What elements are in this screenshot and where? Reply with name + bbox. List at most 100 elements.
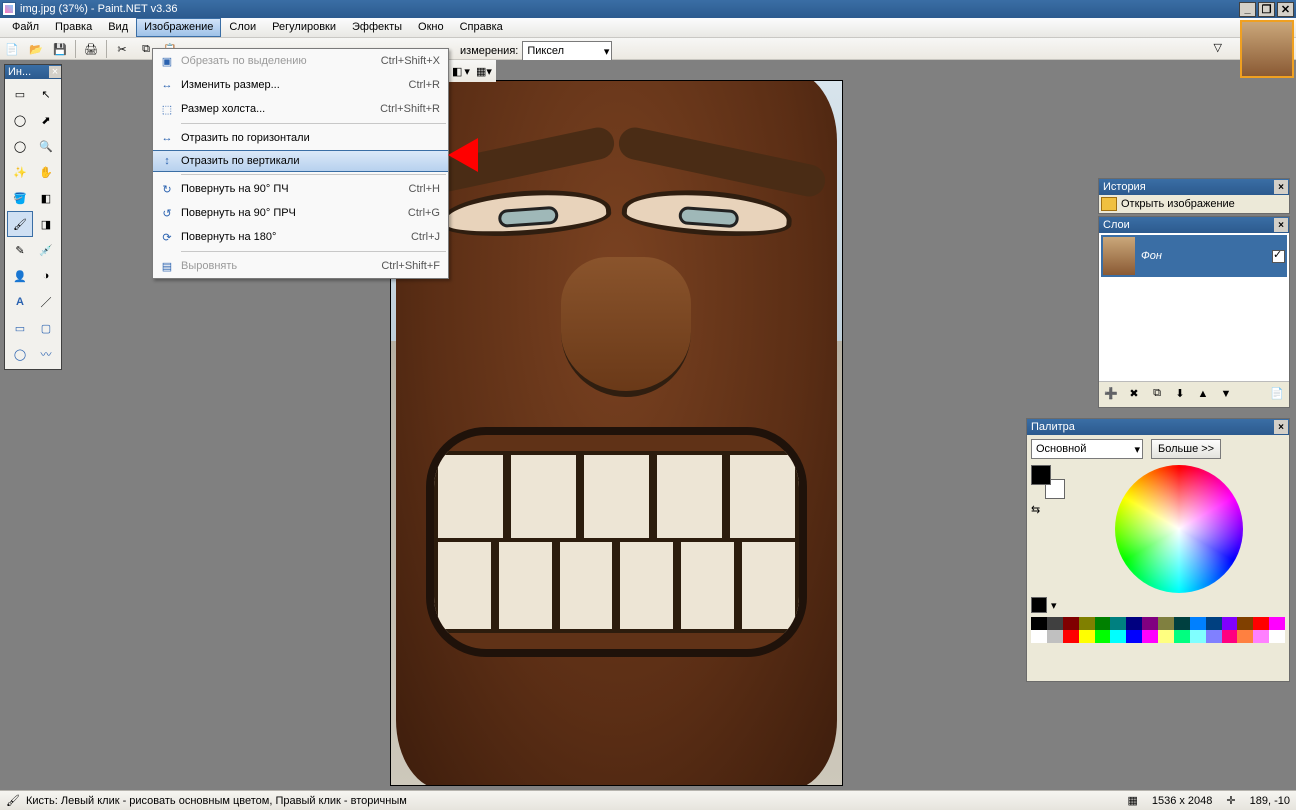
menuitem-rotccw[interactable]: ↺Повернуть на 90° ПРЧCtrl+G: [153, 201, 448, 225]
eyedropper-tool[interactable]: 💉: [33, 237, 59, 263]
menuitem-rotcw[interactable]: ↻Повернуть на 90° ПЧCtrl+H: [153, 177, 448, 201]
menu-слои[interactable]: Слои: [221, 18, 264, 37]
color-swatch[interactable]: [1237, 617, 1253, 630]
layers-panel[interactable]: Слои× Фон ➕ ✖ ⧉ ⬇ ▲ ▼ 📄: [1098, 216, 1290, 408]
canvas[interactable]: [390, 80, 843, 786]
color-swatch[interactable]: [1269, 617, 1285, 630]
text-tool[interactable]: A: [7, 289, 33, 315]
merge-down-button[interactable]: ⬇: [1170, 384, 1190, 404]
ellipse-tool[interactable]: ◯: [7, 341, 33, 367]
rect-tool[interactable]: ▭: [7, 315, 33, 341]
menu-вид[interactable]: Вид: [100, 18, 136, 37]
color-swatch[interactable]: [1110, 630, 1126, 643]
menuitem-fliph[interactable]: ↔Отразить по горизонтали: [153, 126, 448, 150]
gradient-tool[interactable]: ◧: [33, 185, 59, 211]
color-swatch[interactable]: [1047, 617, 1063, 630]
move-up-button[interactable]: ▲: [1193, 384, 1213, 404]
foreground-color[interactable]: [1031, 465, 1051, 485]
color-swatch[interactable]: [1110, 617, 1126, 630]
color-swatch[interactable]: [1190, 630, 1206, 643]
color-swatch[interactable]: [1174, 630, 1190, 643]
color-wheel[interactable]: [1115, 465, 1243, 593]
bucket-tool[interactable]: 🪣: [7, 185, 33, 211]
gradient-icon[interactable]: ◧: [452, 65, 462, 78]
color-swatch[interactable]: [1222, 630, 1238, 643]
color-swatch[interactable]: [1079, 617, 1095, 630]
close-icon[interactable]: ×: [1274, 180, 1288, 194]
zoom-tool[interactable]: 🔍: [33, 133, 59, 159]
rect-select-tool[interactable]: ▭: [7, 81, 33, 107]
wand-tool[interactable]: ✨: [7, 159, 33, 185]
color-swatch[interactable]: [1063, 617, 1079, 630]
color-swatch[interactable]: [1142, 617, 1158, 630]
color-swatch[interactable]: [1253, 617, 1269, 630]
menu-справка[interactable]: Справка: [452, 18, 511, 37]
color-swatch[interactable]: [1031, 617, 1047, 630]
color-swatch[interactable]: [1206, 617, 1222, 630]
menuitem-canvas[interactable]: ⬚Размер холста...Ctrl+Shift+R: [153, 97, 448, 121]
open-button[interactable]: 📂: [24, 38, 48, 60]
print-button[interactable]: 🖨: [79, 38, 103, 60]
color-swatch[interactable]: [1031, 630, 1047, 643]
document-thumbnail[interactable]: [1240, 20, 1294, 78]
color-swatch[interactable]: [1269, 630, 1285, 643]
layer-row[interactable]: Фон: [1101, 235, 1287, 277]
delete-layer-button[interactable]: ✖: [1124, 384, 1144, 404]
color-swatch[interactable]: [1126, 617, 1142, 630]
layer-props-button[interactable]: 📄: [1267, 384, 1287, 404]
settings-icon[interactable]: ▽: [1214, 41, 1222, 54]
roundrect-tool[interactable]: ▢: [33, 315, 59, 341]
unit-select[interactable]: Пиксел▾: [522, 41, 612, 61]
tools-panel[interactable]: Ин...× ▭ ↖ ◯ ⬈ ◯ 🔍 ✨ ✋ 🪣 ◧ 🖌 ◨ ✎ 💉 👤 ◑ A…: [4, 64, 62, 370]
color-swatch[interactable]: [1190, 617, 1206, 630]
new-button[interactable]: 📄: [0, 38, 24, 60]
add-layer-button[interactable]: ➕: [1101, 384, 1121, 404]
move-selection-tool[interactable]: ⬈: [33, 107, 59, 133]
ellipse-select-tool[interactable]: ◯: [7, 133, 33, 159]
history-item[interactable]: Открыть изображение: [1099, 195, 1289, 213]
menuitem-rot180[interactable]: ⟳Повернуть на 180°Ctrl+J: [153, 225, 448, 249]
brush-tool[interactable]: 🖌: [7, 211, 33, 237]
freeform-tool[interactable]: 〰: [33, 341, 59, 367]
minimize-button[interactable]: _: [1239, 2, 1256, 17]
palette-row[interactable]: [1031, 630, 1285, 643]
lasso-tool[interactable]: ◯: [7, 107, 33, 133]
recolor-tool[interactable]: ◑: [33, 263, 59, 289]
line-tool[interactable]: ／: [33, 289, 59, 315]
move-down-button[interactable]: ▼: [1216, 384, 1236, 404]
history-panel[interactable]: История× Открыть изображение: [1098, 178, 1290, 214]
menuitem-flipv[interactable]: ↕Отразить по вертикали: [153, 150, 448, 172]
more-button[interactable]: Больше >>: [1151, 439, 1221, 459]
color-swatch[interactable]: [1174, 617, 1190, 630]
color-swatch[interactable]: [1237, 630, 1253, 643]
color-mode-select[interactable]: Основной▾: [1031, 439, 1143, 459]
pencil-tool[interactable]: ✎: [7, 237, 33, 263]
color-swatch[interactable]: [1222, 617, 1238, 630]
blend-mode-icon[interactable]: ▦▾: [476, 65, 492, 78]
close-icon[interactable]: ×: [49, 66, 61, 78]
color-swatch[interactable]: [1142, 630, 1158, 643]
color-swatch[interactable]: [1126, 630, 1142, 643]
dup-layer-button[interactable]: ⧉: [1147, 384, 1167, 404]
pan-tool[interactable]: ✋: [33, 159, 59, 185]
color-swatch[interactable]: [1206, 630, 1222, 643]
palette-menu-icon[interactable]: ▾: [1051, 599, 1057, 612]
layer-visibility-checkbox[interactable]: [1272, 250, 1285, 263]
color-swatch[interactable]: [1079, 630, 1095, 643]
color-swatches[interactable]: [1031, 465, 1065, 499]
palette-row[interactable]: [1031, 617, 1285, 630]
color-swatch[interactable]: [1063, 630, 1079, 643]
color-swatch[interactable]: [1095, 630, 1111, 643]
close-icon[interactable]: ×: [1274, 218, 1288, 232]
menu-окно[interactable]: Окно: [410, 18, 452, 37]
menu-изображение[interactable]: Изображение: [136, 18, 221, 37]
eraser-tool[interactable]: ◨: [33, 211, 59, 237]
close-icon[interactable]: ×: [1274, 420, 1288, 434]
close-button[interactable]: ✕: [1277, 2, 1294, 17]
menu-регулировки[interactable]: Регулировки: [264, 18, 344, 37]
menu-правка[interactable]: Правка: [47, 18, 100, 37]
restore-button[interactable]: ❐: [1258, 2, 1275, 17]
color-swatch[interactable]: [1047, 630, 1063, 643]
color-swatch[interactable]: [1158, 617, 1174, 630]
swap-colors-icon[interactable]: ⇆: [1031, 503, 1043, 515]
